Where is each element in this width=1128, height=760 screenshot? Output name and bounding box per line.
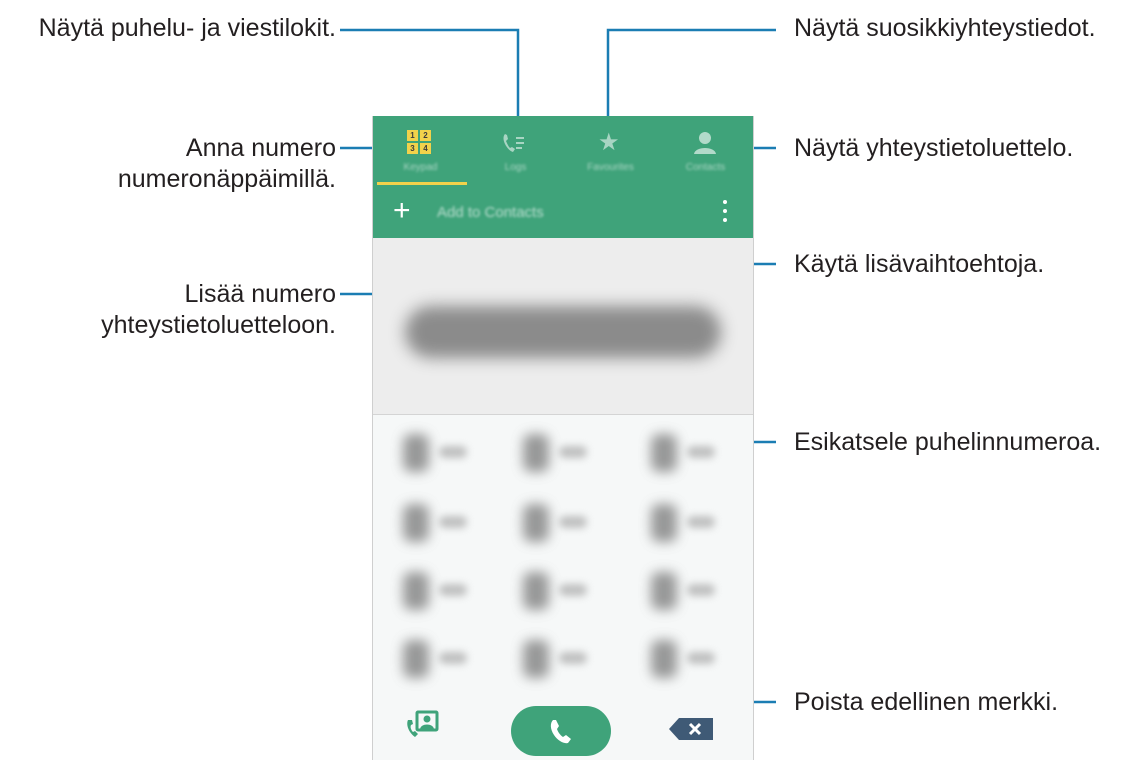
- annotation-favourites: Näytä suosikkiyhteystiedot.: [794, 14, 1096, 42]
- keypad-digit: 2: [420, 130, 431, 141]
- key-3[interactable]: [651, 428, 731, 478]
- tab-bar: 1 2 3 4 Keypad Logs ★ Favourites Contact…: [373, 116, 753, 188]
- annotation-add-line1: Lisää numero: [184, 280, 336, 308]
- add-to-contacts-button[interactable]: +: [393, 194, 411, 228]
- key-hash[interactable]: [651, 634, 731, 684]
- contact-card-icon[interactable]: [403, 706, 443, 746]
- annotation-add-line2: yhteystietoluetteloon.: [101, 311, 336, 339]
- annotation-more-options: Käytä lisävaihtoehtoja.: [794, 250, 1045, 278]
- key-2[interactable]: [523, 428, 603, 478]
- tab-favourites[interactable]: ★ Favourites: [563, 116, 658, 188]
- number-preview: [373, 238, 753, 414]
- tab-logs-label: Logs: [504, 162, 527, 173]
- annotation-contacts: Näytä yhteystietoluettelo.: [794, 134, 1074, 162]
- bottom-bar: [373, 700, 753, 760]
- star-icon: ★: [598, 129, 620, 156]
- tab-logs[interactable]: Logs: [468, 116, 563, 188]
- key-4[interactable]: [403, 498, 483, 548]
- annotation-add: Lisää numero yhteystietoluetteloon.: [0, 279, 336, 341]
- key-star[interactable]: [403, 634, 483, 684]
- key-1[interactable]: [403, 428, 483, 478]
- key-6[interactable]: [651, 498, 731, 548]
- add-to-contacts-label[interactable]: Add to Contacts: [437, 204, 544, 221]
- annotation-keypad-line2: numeronäppäimillä.: [117, 165, 336, 193]
- annotation-logs: Näytä puhelu- ja viestilokit.: [38, 14, 336, 42]
- annotation-delete: Poista edellinen merkki.: [794, 688, 1059, 716]
- call-button[interactable]: [511, 706, 611, 756]
- more-options-icon[interactable]: [723, 200, 729, 227]
- keypad-icon: 1 2 3 4: [407, 130, 431, 154]
- key-8[interactable]: [523, 566, 603, 616]
- backspace-icon[interactable]: [669, 718, 713, 740]
- annotation-keypad-line1: Anna numero: [185, 134, 336, 162]
- tab-favourites-label: Favourites: [587, 162, 634, 173]
- dial-keypad: [373, 416, 753, 696]
- key-9[interactable]: [651, 566, 731, 616]
- keypad-digit: 4: [420, 143, 431, 154]
- person-icon: [694, 132, 716, 154]
- keypad-digit: 1: [407, 130, 418, 141]
- active-tab-indicator: [377, 182, 467, 185]
- tab-contacts[interactable]: Contacts: [658, 116, 753, 188]
- keypad-digit: 3: [407, 143, 418, 154]
- key-7[interactable]: [403, 566, 483, 616]
- tab-keypad-label: Keypad: [403, 162, 438, 173]
- key-5[interactable]: [523, 498, 603, 548]
- logs-icon: [503, 134, 524, 152]
- key-0[interactable]: [523, 634, 603, 684]
- phone-number-display: [405, 306, 721, 358]
- phone-icon: [550, 720, 571, 744]
- annotation-keypad: Anna numero numeronäppäimillä.: [0, 133, 336, 195]
- divider: [373, 414, 753, 415]
- action-bar: + Add to Contacts: [373, 188, 753, 238]
- phone-screen: 1 2 3 4 Keypad Logs ★ Favourites Contact…: [372, 116, 754, 760]
- annotation-preview: Esikatsele puhelinnumeroa.: [794, 428, 1102, 456]
- tab-contacts-label: Contacts: [685, 162, 726, 173]
- tab-keypad[interactable]: 1 2 3 4 Keypad: [373, 116, 468, 188]
